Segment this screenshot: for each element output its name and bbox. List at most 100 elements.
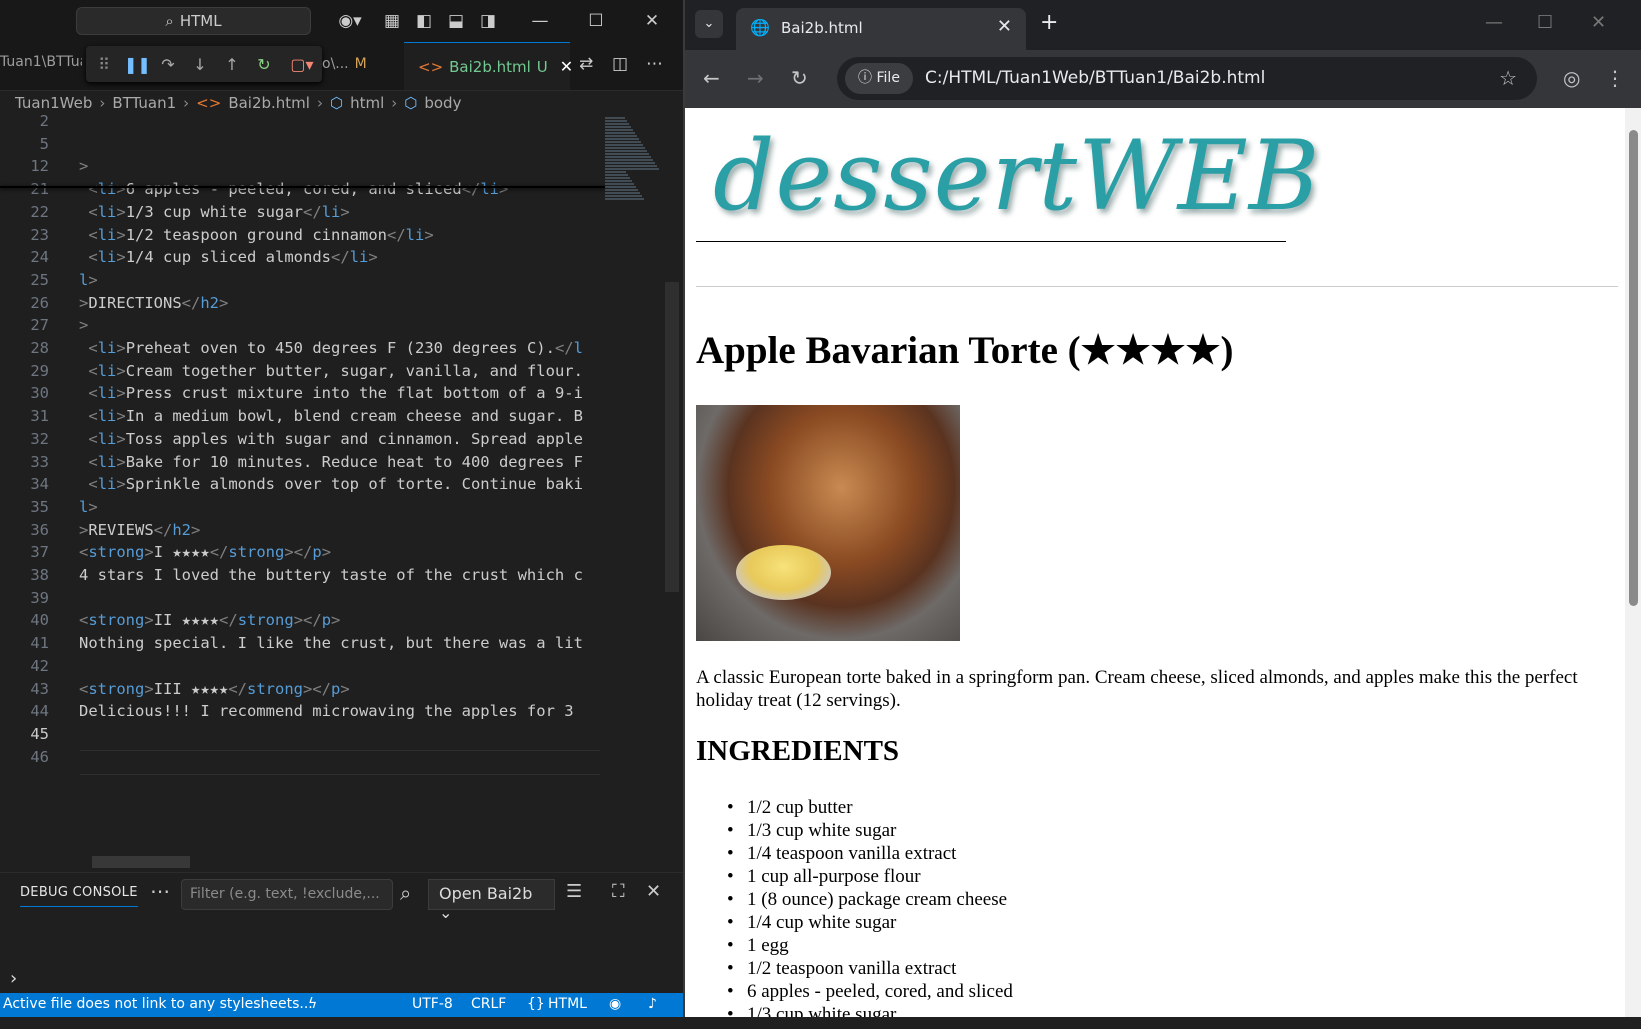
drag-handle-icon[interactable]: ⠿: [92, 55, 116, 74]
restart-icon[interactable]: ↻: [252, 55, 276, 74]
customize-layout-icon[interactable]: ▦: [380, 9, 404, 33]
reload-icon[interactable]: ↻: [791, 66, 808, 90]
code-line[interactable]: 35 l>: [0, 496, 600, 519]
close-tab-icon[interactable]: ✕: [560, 57, 573, 76]
step-out-icon[interactable]: ↑: [220, 55, 244, 74]
step-into-icon[interactable]: ↓: [188, 55, 212, 74]
eol-status[interactable]: CRLF: [471, 996, 506, 1012]
compare-changes-icon[interactable]: ⇄: [579, 54, 593, 74]
page-scrollbar[interactable]: [1625, 108, 1641, 1017]
search-icon[interactable]: ⌕: [400, 881, 411, 905]
debug-session-select[interactable]: Open Bai2b ⌄: [428, 879, 555, 922]
step-over-icon[interactable]: ↷: [156, 55, 180, 74]
code-line[interactable]: 36 >REVIEWS</h2>: [0, 519, 600, 542]
line-number: 37: [30, 543, 49, 562]
close-panel-icon[interactable]: ✕: [646, 881, 661, 902]
toggle-secondary-sidebar-icon[interactable]: ◨: [476, 9, 500, 33]
console-prompt-icon[interactable]: ›: [10, 968, 17, 989]
pause-icon[interactable]: ❚❚: [124, 55, 151, 74]
site-info-chip[interactable]: ⓘ File: [845, 63, 913, 94]
maximize-icon[interactable]: ☐: [1537, 12, 1553, 33]
code-line[interactable]: 29 <li>Cream together butter, sugar, van…: [0, 360, 600, 383]
browser-tab-bai2b[interactable]: 🌐 Bai2b.html ✕: [736, 8, 1026, 50]
more-views-icon[interactable]: ⋯: [150, 879, 170, 903]
notifications-icon[interactable]: ♪: [648, 996, 657, 1012]
title-bar: ⌕ HTML ◉▾ ▦ ◧ ⬓ ◨ — ☐ ✕: [0, 0, 683, 42]
tab-previous[interactable]: Tuan1\BTTuan1: [0, 54, 82, 70]
code-line[interactable]: 39: [0, 587, 600, 610]
line-content: <li>6 apples - peeled, cored, and sliced…: [88, 180, 509, 199]
forward-icon[interactable]: →: [747, 66, 764, 90]
encoding-status[interactable]: UTF-8: [412, 996, 453, 1012]
copilot-icon[interactable]: ◉: [609, 996, 621, 1012]
code-line[interactable]: 23 <li>1/2 teaspoon ground cinnamon</li>: [0, 224, 600, 247]
code-line[interactable]: 25 l>: [0, 269, 600, 292]
minimize-icon[interactable]: —: [528, 9, 552, 33]
code-line[interactable]: 41 Nothing special. I like the crust, but…: [0, 632, 600, 655]
logo-underline: [696, 241, 1286, 242]
code-line[interactable]: 45: [0, 723, 600, 746]
close-icon[interactable]: ✕: [640, 9, 664, 33]
address-bar[interactable]: ⓘ File C:/HTML/Tuan1Web/BTTuan1/Bai2b.ht…: [837, 57, 1537, 100]
minimap-line: [605, 195, 642, 197]
close-window-icon[interactable]: ✕: [1591, 12, 1606, 33]
more-actions-icon[interactable]: ⋯: [646, 54, 663, 74]
toggle-sidebar-icon[interactable]: ◧: [412, 9, 436, 33]
code-line[interactable]: 44 Delicious!!! I recommend microwaving t…: [0, 700, 600, 723]
code-line[interactable]: 26 >DIRECTIONS</h2>: [0, 292, 600, 315]
split-editor-icon[interactable]: ◫: [612, 54, 628, 74]
command-center-search[interactable]: ⌕ HTML: [76, 7, 311, 35]
code-line[interactable]: 38 4 stars I loved the buttery taste of t…: [0, 564, 600, 587]
status-message[interactable]: Active file does not link to any stylesh…: [3, 996, 313, 1012]
editor-vertical-scrollbar[interactable]: [665, 282, 679, 592]
filter-input[interactable]: Filter (e.g. text, !exclude,...: [181, 879, 393, 910]
browser-tab-strip: ⌄ 🌐 Bai2b.html ✕ + — ☐ ✕: [685, 0, 1641, 50]
code-line[interactable]: 32 <li>Toss apples with sugar and cinnam…: [0, 428, 600, 451]
clear-console-icon[interactable]: ☰: [566, 881, 582, 902]
close-tab-icon[interactable]: ✕: [997, 16, 1012, 37]
tab-bai2b[interactable]: <> Bai2b.html U ✕: [404, 42, 573, 90]
minimize-icon[interactable]: —: [1485, 12, 1503, 33]
code-line[interactable]: 21 <li>6 apples - peeled, cored, and sli…: [0, 178, 600, 201]
language-status[interactable]: HTML: [548, 996, 587, 1012]
code-line[interactable]: 22 <li>1/3 cup white sugar</li>: [0, 201, 600, 224]
lightning-icon[interactable]: ϟ: [308, 996, 317, 1012]
line-content: <li>Sprinkle almonds over top of torte. …: [88, 475, 583, 494]
back-icon[interactable]: ←: [703, 66, 720, 90]
code-editor[interactable]: 2 5 12 >21 <li>6 apples - peeled, cored, an…: [0, 112, 605, 832]
code-line[interactable]: 43 <strong>III ★★★★</strong></p>: [0, 678, 600, 701]
untracked-badge: U: [536, 57, 548, 76]
new-tab-icon[interactable]: +: [1040, 10, 1058, 35]
line-number: 30: [30, 384, 49, 403]
code-line[interactable]: 33 <li>Bake for 10 minutes. Reduce heat …: [0, 451, 600, 474]
code-line[interactable]: 37 <strong>I ★★★★</strong></p>: [0, 541, 600, 564]
debug-console-tab[interactable]: DEBUG CONSOLE: [20, 885, 138, 907]
code-line[interactable]: 42: [0, 655, 600, 678]
code-line[interactable]: 31 <li>In a medium bowl, blend cream che…: [0, 405, 600, 428]
code-line[interactable]: 40 <strong>II ★★★★</strong></p>: [0, 609, 600, 632]
bookmark-star-icon[interactable]: ☆: [1499, 66, 1517, 90]
code-line[interactable]: 30 <li>Press crust mixture into the flat…: [0, 382, 600, 405]
menu-icon[interactable]: ⋮: [1605, 66, 1625, 90]
toggle-panel-icon[interactable]: ⬓: [444, 9, 468, 33]
code-line[interactable]: 5: [0, 133, 600, 156]
tab-search-icon[interactable]: ⌄: [695, 10, 723, 38]
code-line[interactable]: 34 <li>Sprinkle almonds over top of tort…: [0, 473, 600, 496]
profile-icon[interactable]: ◎: [1563, 66, 1580, 90]
minimap-line: [605, 126, 631, 128]
copilot-icon[interactable]: ◉▾: [330, 9, 370, 33]
code-line[interactable]: 2: [0, 110, 600, 133]
tab-modified[interactable]: o\... M: [322, 56, 367, 72]
maximize-icon[interactable]: ☐: [584, 9, 608, 33]
code-line[interactable]: 27 >: [0, 314, 600, 337]
scrollbar-thumb[interactable]: [1629, 130, 1638, 606]
url-text[interactable]: C:/HTML/Tuan1Web/BTTuan1/Bai2b.html: [925, 68, 1265, 88]
browser-window: ⌄ 🌐 Bai2b.html ✕ + — ☐ ✕ ← → ↻ ⓘ File C:…: [683, 0, 1641, 1017]
minimap[interactable]: [605, 116, 665, 211]
maximize-panel-icon[interactable]: ⛶: [612, 881, 625, 902]
code-line[interactable]: 24 <li>1/4 cup sliced almonds</li>: [0, 246, 600, 269]
stop-icon[interactable]: ▢▾: [284, 55, 320, 74]
code-line[interactable]: 12 >: [0, 155, 600, 178]
editor-horizontal-scrollbar[interactable]: [92, 856, 190, 868]
code-line[interactable]: 28 <li>Preheat oven to 450 degrees F (23…: [0, 337, 600, 360]
